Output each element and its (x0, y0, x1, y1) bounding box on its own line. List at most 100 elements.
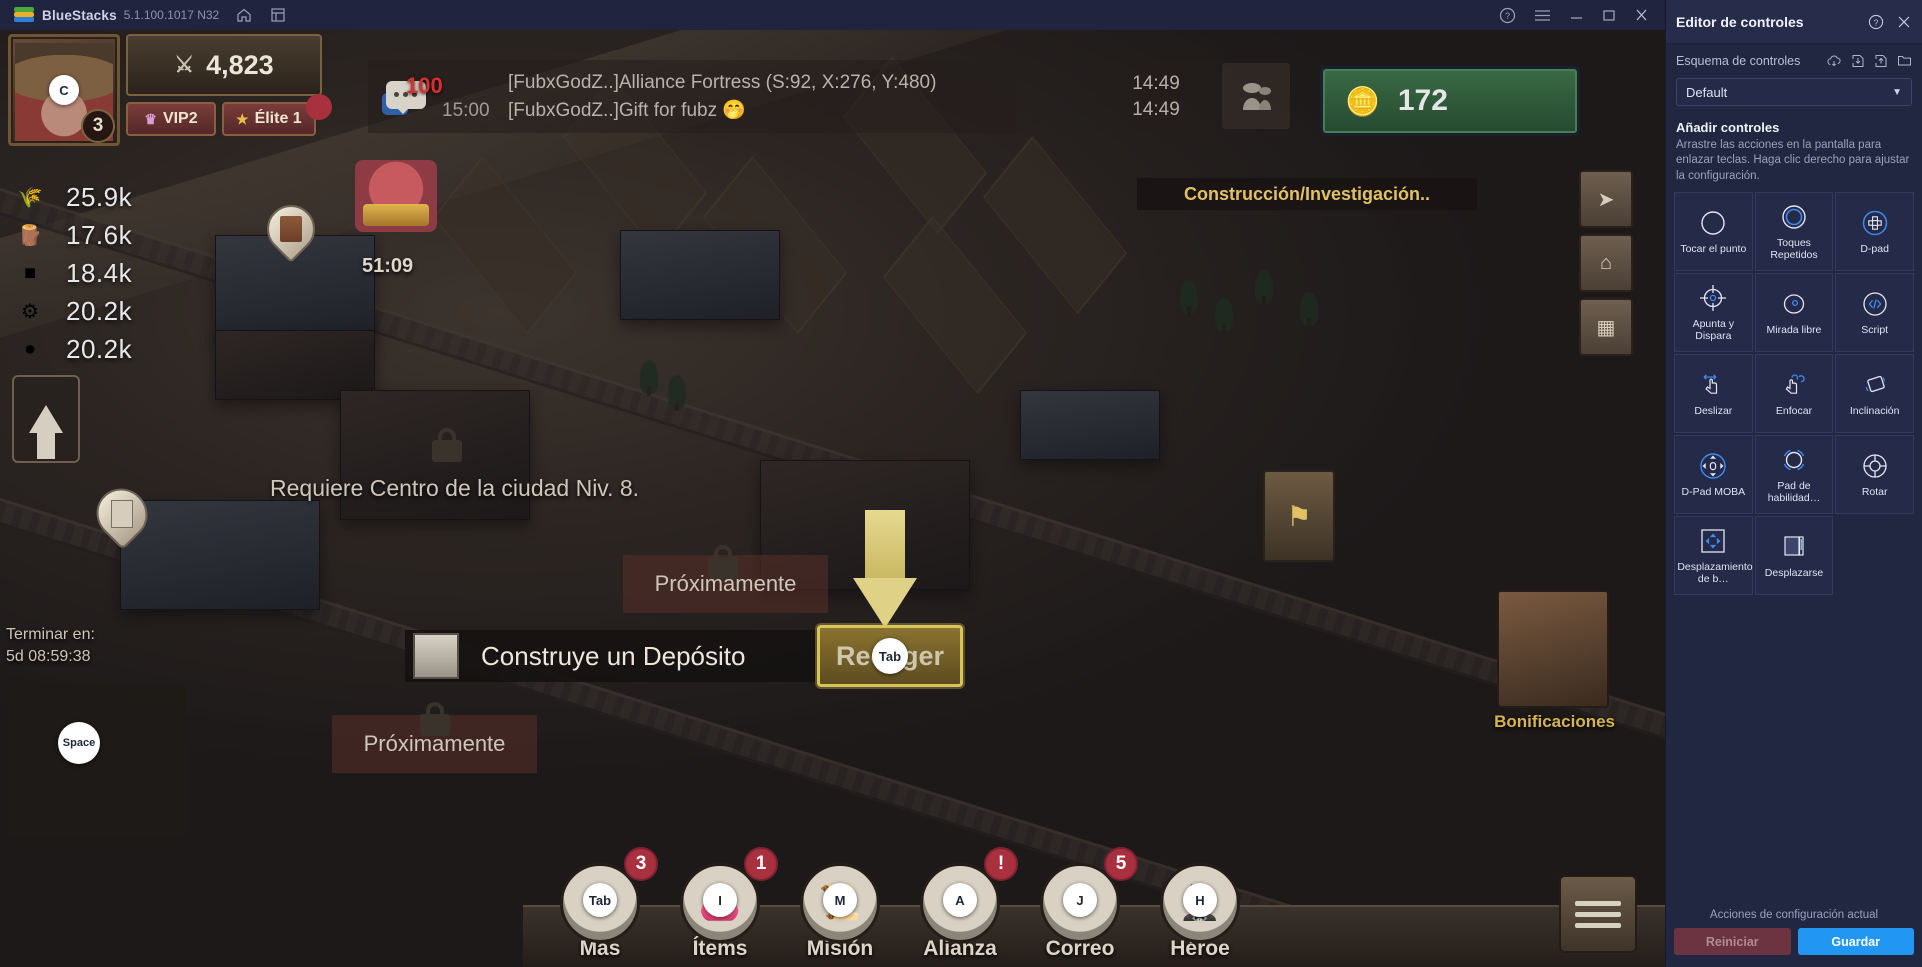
nav-badge: 5 (1104, 847, 1138, 881)
nav-item-mision[interactable]: 📜 M Misión (780, 851, 900, 961)
control-tile-tap-spot[interactable]: Tocar el punto (1674, 191, 1753, 271)
control-label: D-Pad MOBA (1681, 485, 1746, 498)
players-button[interactable] (1222, 63, 1290, 129)
footer-label: Acciones de configuración actual (1709, 909, 1879, 921)
medal-icon[interactable]: ⚑ (1263, 470, 1335, 562)
control-tile-aim-and-shoot[interactable]: Apunta y Dispara (1674, 272, 1753, 352)
chat-message: [FubxGodZ..]Alliance Fortress (S:92, X:2… (442, 72, 936, 94)
reset-button[interactable]: Reiniciar (1674, 928, 1791, 955)
scheme-select[interactable]: Default ▼ (1676, 78, 1912, 106)
quest-list-button[interactable] (1559, 875, 1637, 953)
hero-card[interactable] (1497, 590, 1609, 708)
control-tile-pan-scroll[interactable]: Desplazamiento de b… (1674, 515, 1753, 595)
teleport-icon[interactable]: ➤ (1579, 170, 1633, 228)
minimize-icon[interactable] (1569, 9, 1584, 22)
import-icon[interactable] (1851, 54, 1865, 68)
close-icon[interactable] (1896, 14, 1912, 30)
bonificaciones-label[interactable]: Bonificaciones (1494, 712, 1615, 732)
control-label: Deslizar (1694, 404, 1733, 417)
nav-item-heroe[interactable]: 🤵 H Héroe (1140, 851, 1260, 961)
chat-clock: 14:49 (1132, 72, 1180, 94)
lock-icon (432, 428, 462, 462)
home-icon[interactable] (235, 6, 253, 24)
treasure-chest-icon[interactable] (355, 160, 437, 232)
chat-banner[interactable]: 100 [FubxGodZ..]Alliance Fortress (S:92,… (368, 60, 1016, 133)
nav-item-correo[interactable]: ✉ 5 J Correo (1020, 847, 1140, 961)
control-tile-dpad-moba[interactable]: D-Pad MOBA (1674, 434, 1753, 514)
avatar[interactable]: C 3 (8, 34, 120, 146)
nav-keybind-tag[interactable]: A (943, 883, 977, 917)
nav-item-alianza[interactable]: ★ ! A Alianza (900, 847, 1020, 961)
control-tile-scroll[interactable]: Desplazarse (1754, 515, 1834, 595)
control-label: Toques Repetidos (1770, 236, 1818, 261)
nav-keybind-tag[interactable]: M (823, 883, 857, 917)
game-viewport[interactable]: C 3 ⚔ 4,823 ♛ VIP2 ★ Élite 1 🌾 25.9k 🪵 1… (0, 30, 1665, 967)
cloud-sync-icon[interactable] (1826, 54, 1842, 68)
nav-keybind-tag[interactable]: J (1063, 883, 1097, 917)
march-arrow-button[interactable] (12, 375, 80, 463)
city-view-icon[interactable]: ⌂ (1579, 234, 1633, 292)
nav-keybind-tag[interactable]: Tab (583, 883, 617, 917)
construction-ticker[interactable]: Construcción/Investigación.. (1137, 178, 1477, 210)
wheat-icon: 🌾 (17, 187, 43, 209)
nav-keybind-tag[interactable]: H (1183, 883, 1217, 917)
control-tile-swipe[interactable]: Deslizar (1674, 353, 1753, 433)
power-bar[interactable]: ⚔ 4,823 (126, 34, 322, 96)
chat-text: [FubxGodZ..]Gift for fubz 🤭 (508, 99, 747, 121)
close-icon[interactable] (1634, 8, 1649, 22)
multi-instance-icon[interactable] (269, 6, 287, 24)
control-tile-free-look[interactable]: Mirada libre (1754, 272, 1834, 352)
collect-button[interactable]: Recoger Tab (817, 625, 963, 687)
player-hud: C 3 ⚔ 4,823 ♛ VIP2 ★ Élite 1 (8, 34, 332, 146)
control-tile-focus[interactable]: Enfocar (1754, 353, 1834, 433)
vip-badge[interactable]: ♛ VIP2 (126, 102, 216, 136)
collect-keybind-tag[interactable]: Tab (872, 638, 908, 674)
lock-icon (420, 702, 450, 736)
chevron-down-icon: ▼ (1892, 86, 1902, 98)
control-label: Desplazarse (1764, 566, 1824, 579)
folder-icon[interactable] (1897, 54, 1912, 68)
control-label: D-pad (1860, 242, 1889, 255)
controls-grid: Tocar el punto Toques Repetidos D-pad Ap… (1666, 191, 1922, 595)
minimap[interactable] (8, 685, 186, 835)
control-tile-dpad[interactable]: D-pad (1835, 191, 1914, 271)
wood-icon: 🪵 (17, 225, 43, 247)
lock-message: Requiere Centro de la ciudad Niv. 8. (270, 475, 640, 501)
control-label: Enfocar (1775, 404, 1813, 417)
nav-item-mas[interactable]: ⚙ 3 Tab Más (540, 847, 660, 961)
world-view-icon[interactable]: ▦ (1579, 298, 1633, 356)
control-label: Desplazamiento de b… (1677, 560, 1753, 585)
march-timer-value: 5d 08:59:38 (6, 647, 91, 665)
export-icon[interactable] (1874, 54, 1888, 68)
gold-bar[interactable]: 🪙 172 (1320, 66, 1580, 136)
scheme-label: Esquema de controles (1676, 54, 1801, 68)
resource-row: ⚙ 20.2k (8, 296, 203, 327)
space-keybind-tag[interactable]: Space (58, 722, 100, 764)
help-icon[interactable]: ? (1868, 14, 1884, 30)
emulator-area: BlueStacks 5.1.100.1017 N32 ? C 3 ⚔ 4,82… (0, 0, 1665, 967)
vip-label: VIP2 (162, 110, 198, 127)
chat-bubble-icon: 100 (382, 73, 443, 119)
control-tile-rotate[interactable]: Rotar (1835, 434, 1914, 514)
chat-message: 15:00 [FubxGodZ..]Gift for fubz 🤭 (442, 98, 936, 122)
scroll-icon (1779, 532, 1809, 562)
coal-icon: ● (23, 338, 37, 360)
iron-icon: ⚙ (21, 301, 39, 323)
nav-item-items[interactable]: 👛 1 I Ítems (660, 847, 780, 961)
save-button[interactable]: Guardar (1797, 928, 1914, 955)
menu-icon[interactable] (1534, 9, 1551, 22)
elite-badge[interactable]: ★ Élite 1 (222, 102, 316, 136)
repeated-tap-icon (1780, 202, 1808, 232)
control-tile-skill-pad[interactable]: Pad de habilidad… (1754, 434, 1834, 514)
control-tile-tilt[interactable]: Inclinación (1835, 353, 1914, 433)
nav-keybind-tag[interactable]: I (703, 883, 737, 917)
control-tile-script[interactable]: Script (1835, 272, 1914, 352)
control-tile-repeated-tap[interactable]: Toques Repetidos (1754, 191, 1834, 271)
maximize-icon[interactable] (1602, 9, 1616, 22)
avatar-keybind-tag[interactable]: C (49, 75, 79, 105)
svg-text:?: ? (1874, 17, 1879, 27)
gold-bars-icon: 🪙 (1345, 85, 1380, 117)
stone-icon: ■ (23, 262, 37, 284)
help-icon[interactable]: ? (1499, 7, 1516, 24)
control-label: Apunta y Dispara (1692, 317, 1735, 342)
